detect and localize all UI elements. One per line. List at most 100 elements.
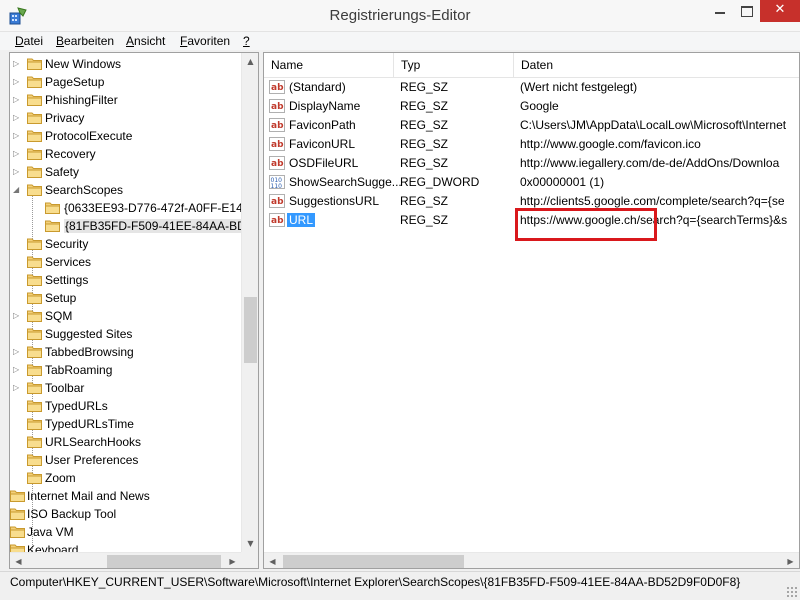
tree-item[interactable]: User Preferences xyxy=(10,451,246,469)
expand-arrow-icon[interactable]: ▷ xyxy=(13,59,21,69)
tree-item[interactable]: TypedURLsTime xyxy=(10,415,246,433)
scroll-left-arrow-icon[interactable]: ◀ xyxy=(264,553,281,568)
tree-item[interactable]: Security xyxy=(10,235,246,253)
maximize-button[interactable] xyxy=(734,0,760,22)
tree-horizontal-scrollbar[interactable]: ◀ ▶ xyxy=(10,552,241,568)
tree-item-label: Java VM xyxy=(27,525,74,539)
tree-item-label: Suggested Sites xyxy=(45,327,133,341)
expand-arrow-icon[interactable]: ▷ xyxy=(13,113,21,123)
value-type: REG_DWORD xyxy=(400,175,480,189)
tree-item[interactable]: Services xyxy=(10,253,246,271)
tree-item[interactable]: ▷ PhishingFilter xyxy=(10,91,246,109)
values-list-pane[interactable]: Name Typ Daten ab (Standard) REG_SZ (Wert n… xyxy=(263,52,800,569)
string-value-icon: ab xyxy=(269,79,285,95)
resize-grip-icon[interactable] xyxy=(786,586,798,598)
tree-item[interactable]: ▷ New Windows xyxy=(10,55,246,73)
column-header-type[interactable]: Typ xyxy=(394,53,514,77)
tree-item[interactable]: Java VM xyxy=(10,523,246,541)
scroll-thumb[interactable] xyxy=(283,555,464,568)
folder-icon xyxy=(27,129,42,142)
value-row[interactable]: ab FaviconPath REG_SZ C:\Users\JM\AppData\L… xyxy=(264,116,799,135)
value-row[interactable]: ab OSDFileURL REG_SZ http://www.iegallery.c… xyxy=(264,154,799,173)
menu-favoriten[interactable]: Favoriten xyxy=(180,34,230,48)
scroll-left-arrow-icon[interactable]: ◀ xyxy=(10,553,27,568)
values-horizontal-scrollbar[interactable]: ◀ ▶ xyxy=(264,552,799,568)
tree-item[interactable]: TypedURLs xyxy=(10,397,246,415)
folder-icon xyxy=(27,381,42,394)
svg-text:ab: ab xyxy=(271,216,284,226)
menu-help[interactable]: ? xyxy=(243,34,250,48)
menu-bearbeiten[interactable]: Bearbeiten xyxy=(56,34,114,48)
scrollbar-corner xyxy=(241,552,258,568)
key-tree-pane[interactable]: ▷ New Windows ▷ PageSetup ▷ PhishingFilter ▷ Pr… xyxy=(9,52,259,569)
tree-item[interactable]: Zoom xyxy=(10,469,246,487)
tree-item-label: New Windows xyxy=(45,57,122,71)
tree-item[interactable]: Internet Mail and News xyxy=(10,487,246,505)
value-row[interactable]: ab DisplayName REG_SZ Google xyxy=(264,97,799,116)
value-type: REG_SZ xyxy=(400,156,449,170)
menu-datei[interactable]: Datei xyxy=(15,34,43,48)
tree-item[interactable]: ▷ Toolbar xyxy=(10,379,246,397)
tree-item[interactable]: ▷ TabRoaming xyxy=(10,361,246,379)
expand-arrow-icon[interactable]: ▷ xyxy=(13,131,21,141)
value-row[interactable]: ab (Standard) REG_SZ (Wert nicht festgelegt… xyxy=(264,78,799,97)
scroll-right-arrow-icon[interactable]: ▶ xyxy=(782,553,799,568)
tree-item[interactable]: {0633EE93-D776-472f-A0FF-E1416 xyxy=(10,199,256,217)
value-name: SuggestionsURL xyxy=(289,194,380,208)
tree-item-label: Services xyxy=(45,255,92,269)
column-header-name[interactable]: Name xyxy=(264,53,394,77)
tree-item[interactable]: ▷ PageSetup xyxy=(10,73,246,91)
expand-arrow-icon[interactable]: ▷ xyxy=(13,77,21,87)
tree-item-label: TypedURLs xyxy=(45,399,108,413)
tree-vertical-scrollbar[interactable]: ▲ ▼ xyxy=(241,53,258,552)
tree-item[interactable]: Setup xyxy=(10,289,246,307)
minimize-button[interactable] xyxy=(706,0,734,22)
scroll-right-arrow-icon[interactable]: ▶ xyxy=(224,553,241,568)
tree-item[interactable]: ◢ SearchScopes xyxy=(10,181,246,199)
title-bar: Registrierungs-Editor xyxy=(0,0,800,32)
tree-item-label: User Preferences xyxy=(45,453,139,467)
expand-arrow-icon[interactable]: ▷ xyxy=(13,383,21,393)
tree-item-label: TabRoaming xyxy=(45,363,113,377)
value-name: OSDFileURL xyxy=(289,156,359,170)
scroll-down-arrow-icon[interactable]: ▼ xyxy=(242,535,258,552)
expand-arrow-icon[interactable]: ▷ xyxy=(13,149,21,159)
scroll-thumb[interactable] xyxy=(107,555,221,568)
tree-item[interactable]: ▷ TabbedBrowsing xyxy=(10,343,246,361)
tree-item[interactable]: {81FB35FD-F509-41EE-84AA-BD52 xyxy=(10,217,258,235)
tree-item[interactable]: URLSearchHooks xyxy=(10,433,246,451)
value-row[interactable]: 010 110 ShowSearchSugge... REG_DWORD 0x00000… xyxy=(264,173,799,192)
scroll-up-arrow-icon[interactable]: ▲ xyxy=(242,53,258,70)
tree-item[interactable]: ▷ Recovery xyxy=(10,145,246,163)
expand-arrow-icon[interactable]: ▷ xyxy=(13,167,21,177)
tree-item-label: ISO Backup Tool xyxy=(27,507,117,521)
value-row[interactable]: ab FaviconURL REG_SZ http://www.google.com/… xyxy=(264,135,799,154)
folder-icon xyxy=(27,471,42,484)
string-value-icon: ab xyxy=(269,136,285,152)
tree-item[interactable]: ▷ Privacy xyxy=(10,109,246,127)
svg-text:ab: ab xyxy=(271,140,284,150)
tree-item[interactable]: ▷ ProtocolExecute xyxy=(10,127,246,145)
menu-ansicht[interactable]: Ansicht xyxy=(126,34,165,48)
tree-item-label: TabbedBrowsing xyxy=(45,345,134,359)
expand-arrow-icon[interactable]: ▷ xyxy=(13,95,21,105)
expand-arrow-icon[interactable]: ▷ xyxy=(13,311,21,321)
value-data: Google xyxy=(520,99,559,113)
collapse-arrow-icon[interactable]: ◢ xyxy=(13,185,21,195)
tree-item[interactable]: Settings xyxy=(10,271,246,289)
value-name: FaviconPath xyxy=(289,118,356,132)
column-header-data[interactable]: Daten xyxy=(514,53,799,77)
svg-text:ab: ab xyxy=(271,102,284,112)
expand-arrow-icon[interactable]: ▷ xyxy=(13,347,21,357)
tree-item[interactable]: ▷ Safety xyxy=(10,163,246,181)
close-button[interactable] xyxy=(760,0,800,22)
tree-item-label: Safety xyxy=(45,165,80,179)
folder-icon xyxy=(27,417,42,430)
scroll-thumb[interactable] xyxy=(244,297,257,363)
tree-item[interactable]: ISO Backup Tool xyxy=(10,505,246,523)
folder-icon xyxy=(27,75,42,88)
expand-arrow-icon[interactable]: ▷ xyxy=(13,365,21,375)
tree-item[interactable]: Suggested Sites xyxy=(10,325,246,343)
folder-icon xyxy=(27,435,42,448)
tree-item[interactable]: ▷ SQM xyxy=(10,307,246,325)
